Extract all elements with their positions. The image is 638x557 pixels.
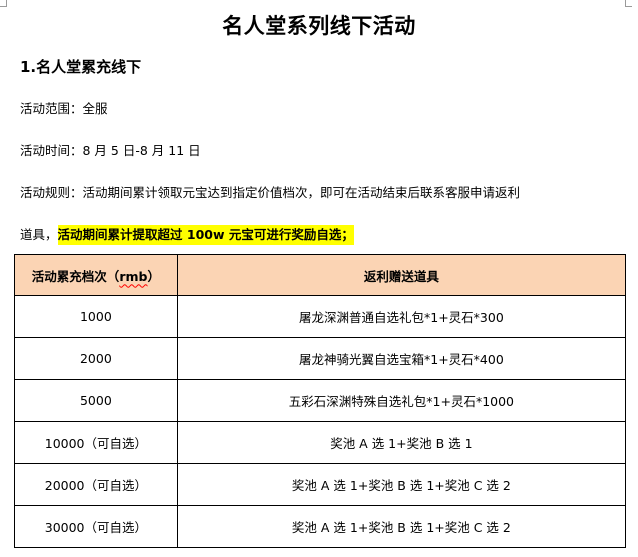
- activity-rules-line1: 活动规则：活动期间累计领取元宝达到指定价值档次，即可在活动结束后联系客服申请返利: [20, 185, 521, 200]
- reward-cell: 奖池 A 选 1+奖池 B 选 1: [176, 421, 627, 464]
- table-row: 10000（可自选） 奖池 A 选 1+奖池 B 选 1: [14, 421, 627, 464]
- header-tier-unit: rmb: [119, 268, 148, 284]
- tier-cell: 2000: [14, 337, 178, 380]
- section-heading: 1.名人堂累充线下: [20, 58, 142, 76]
- header-tier-prefix: 活动累充档次（: [31, 268, 120, 284]
- tier-cell: 10000（可自选）: [14, 421, 178, 464]
- reward-cell: 屠龙神骑光翼自选宝箱*1+灵石*400: [176, 337, 627, 380]
- page-corner-mark-right: [625, 0, 632, 7]
- tier-cell: 20000（可自选）: [14, 463, 178, 506]
- table-row: 30000（可自选） 奖池 A 选 1+奖池 B 选 1+奖池 C 选 2: [14, 505, 627, 548]
- reward-cell: 奖池 A 选 1+奖池 B 选 1+奖池 C 选 2: [176, 463, 627, 506]
- table-row: 2000 屠龙神骑光翼自选宝箱*1+灵石*400: [14, 337, 627, 380]
- tier-cell: 5000: [14, 379, 178, 422]
- table-header-row: 活动累充档次（rmb） 返利赠送道具: [14, 254, 627, 296]
- reward-cell: 屠龙深渊普通自选礼包*1+灵石*300: [176, 295, 627, 338]
- table-row: 5000 五彩石深渊特殊自选礼包*1+灵石*1000: [14, 379, 627, 422]
- activity-time: 活动时间：8 月 5 日-8 月 11 日: [20, 143, 201, 158]
- reward-cell: 奖池 A 选 1+奖池 B 选 1+奖池 C 选 2: [176, 505, 627, 548]
- tier-cell: 1000: [14, 295, 178, 338]
- table-row: 20000（可自选） 奖池 A 选 1+奖池 B 选 1+奖池 C 选 2: [14, 463, 627, 506]
- activity-scope: 活动范围：全服: [20, 101, 108, 116]
- page-corner-mark-left: [0, 0, 7, 7]
- tier-cell: 30000（可自选）: [14, 505, 178, 548]
- rebate-table: 活动累充档次（rmb） 返利赠送道具 1000 屠龙深渊普通自选礼包*1+灵石*…: [14, 254, 627, 548]
- header-reward: 返利赠送道具: [176, 254, 627, 296]
- rules-highlight-text: 活动期间累计提取超过 100w 元宝可进行奖励自选；: [57, 225, 354, 245]
- header-tier: 活动累充档次（rmb）: [14, 254, 178, 296]
- document-title: 名人堂系列线下活动: [222, 14, 416, 38]
- activity-rules-line2: 道具，活动期间累计提取超过 100w 元宝可进行奖励自选；: [20, 224, 354, 245]
- header-tier-suffix: ）: [147, 268, 160, 284]
- reward-cell: 五彩石深渊特殊自选礼包*1+灵石*1000: [176, 379, 627, 422]
- rules-line2-prefix: 道具，: [20, 227, 58, 242]
- table-row: 1000 屠龙深渊普通自选礼包*1+灵石*300: [14, 295, 627, 338]
